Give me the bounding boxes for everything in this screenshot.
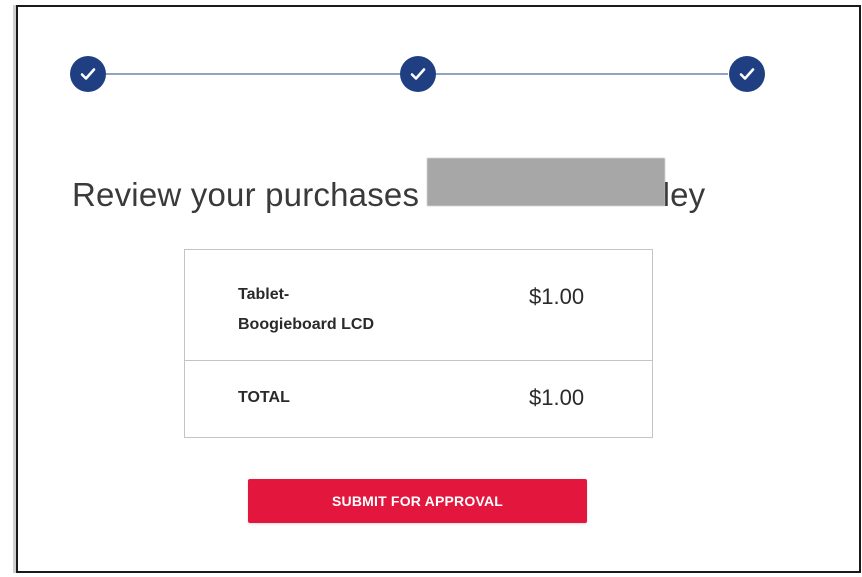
submit-for-approval-button[interactable]: SUBMIT FOR APPROVAL bbox=[248, 479, 587, 523]
check-icon bbox=[410, 68, 426, 80]
step-1-complete bbox=[70, 56, 106, 92]
item-name: Tablet- Boogieboard LCD bbox=[238, 280, 438, 340]
step-connector-1 bbox=[106, 73, 400, 75]
item-name-line-1: Tablet- bbox=[238, 286, 290, 303]
table-row: Tablet- Boogieboard LCD $1.00 bbox=[185, 250, 652, 361]
item-price: $1.00 bbox=[529, 284, 585, 309]
order-summary-table: Tablet- Boogieboard LCD $1.00 TOTAL $1.0… bbox=[184, 249, 653, 438]
step-3-complete bbox=[729, 56, 765, 92]
step-connector-2 bbox=[436, 73, 728, 75]
total-price: $1.00 bbox=[529, 385, 585, 410]
page-title-suffix: ley bbox=[662, 176, 706, 213]
redacted-name bbox=[426, 158, 665, 206]
page-title-prefix: Review your purchases bbox=[72, 176, 429, 213]
progress-stepper bbox=[0, 0, 862, 120]
item-name-line-2: Boogieboard LCD bbox=[238, 316, 374, 333]
page-title: Review your purchases ley bbox=[72, 158, 706, 220]
check-icon bbox=[80, 68, 96, 80]
total-row: TOTAL $1.00 bbox=[185, 361, 652, 438]
check-icon bbox=[739, 68, 755, 80]
step-2-complete bbox=[400, 56, 436, 92]
total-label: TOTAL bbox=[238, 389, 290, 406]
